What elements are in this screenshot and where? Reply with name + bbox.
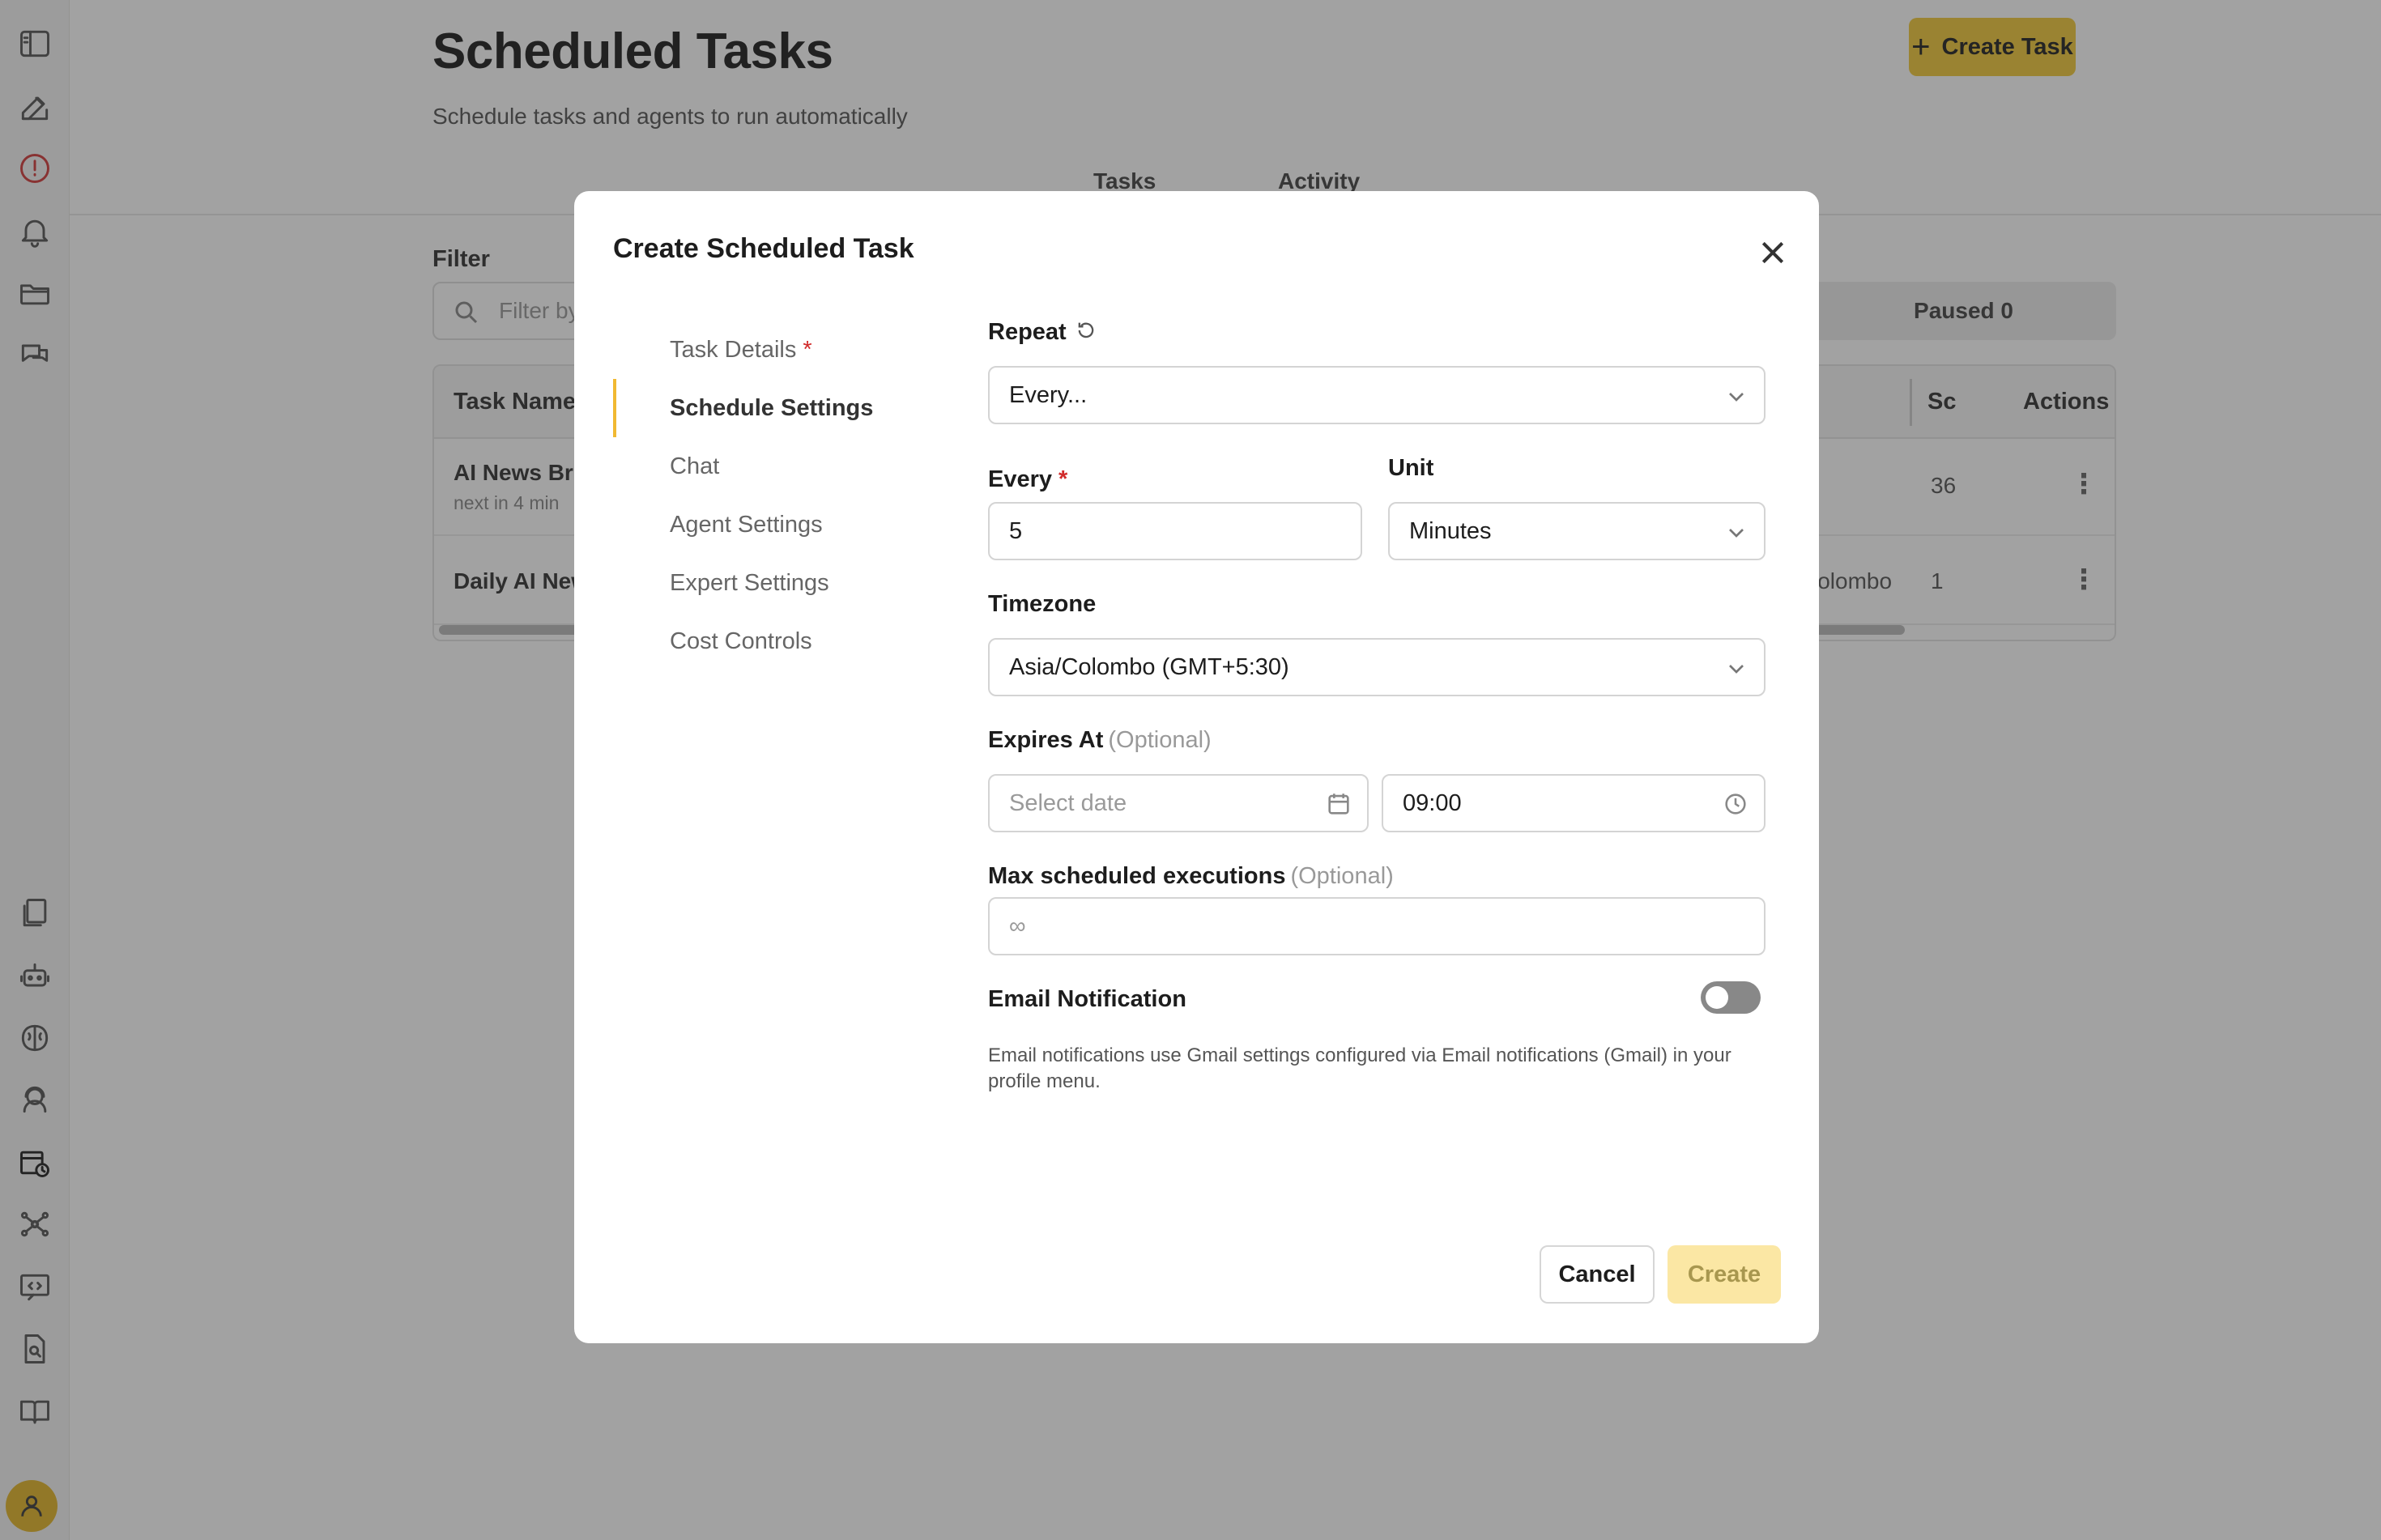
calendar-icon[interactable] [1325, 790, 1352, 818]
chevron-down-icon [1723, 384, 1749, 410]
create-button[interactable]: Create [1668, 1245, 1781, 1304]
expires-date-input[interactable]: Select date [988, 774, 1369, 832]
repeat-icon [1075, 319, 1097, 342]
timezone-label: Timezone [988, 591, 1097, 617]
expires-time-input[interactable]: 09:00 [1382, 774, 1766, 832]
repeat-select[interactable]: Every... [988, 366, 1766, 424]
step-task-details[interactable]: Task Details * [613, 321, 937, 379]
unit-label: Unit [1388, 455, 1434, 481]
chevron-down-icon [1723, 656, 1749, 682]
max-executions-input[interactable]: ∞ [988, 897, 1766, 955]
every-label: Every * [988, 466, 1068, 492]
required-marker: * [803, 337, 812, 363]
step-cost-controls[interactable]: Cost Controls [613, 612, 937, 670]
close-icon[interactable] [1757, 236, 1789, 269]
cancel-button[interactable]: Cancel [1540, 1245, 1655, 1304]
toggle-knob [1706, 986, 1728, 1009]
repeat-label: Repeat [988, 319, 1097, 346]
every-input[interactable]: 5 [988, 502, 1362, 560]
timezone-select[interactable]: Asia/Colombo (GMT+5:30) [988, 638, 1766, 696]
step-agent-settings[interactable]: Agent Settings [613, 496, 937, 554]
email-help-text: Email notifications use Gmail settings c… [988, 1044, 1731, 1093]
step-schedule-settings[interactable]: Schedule Settings [613, 379, 937, 437]
create-scheduled-task-dialog: Create Scheduled Task Task Details * Sche… [574, 191, 1819, 1343]
active-step-indicator [613, 379, 616, 437]
chevron-down-icon [1723, 520, 1749, 546]
step-expert-settings[interactable]: Expert Settings [613, 554, 937, 612]
step-chat[interactable]: Chat [613, 437, 937, 496]
required-marker: * [1058, 466, 1068, 492]
unit-select[interactable]: Minutes [1388, 502, 1766, 560]
dialog-title: Create Scheduled Task [613, 233, 914, 264]
email-notification-label: Email Notification [988, 986, 1186, 1012]
email-notification-toggle[interactable] [1701, 981, 1761, 1014]
max-executions-label: Max scheduled executions (Optional) [988, 863, 1394, 889]
clock-icon[interactable] [1722, 790, 1749, 818]
expires-at-label: Expires At (Optional) [988, 727, 1212, 753]
